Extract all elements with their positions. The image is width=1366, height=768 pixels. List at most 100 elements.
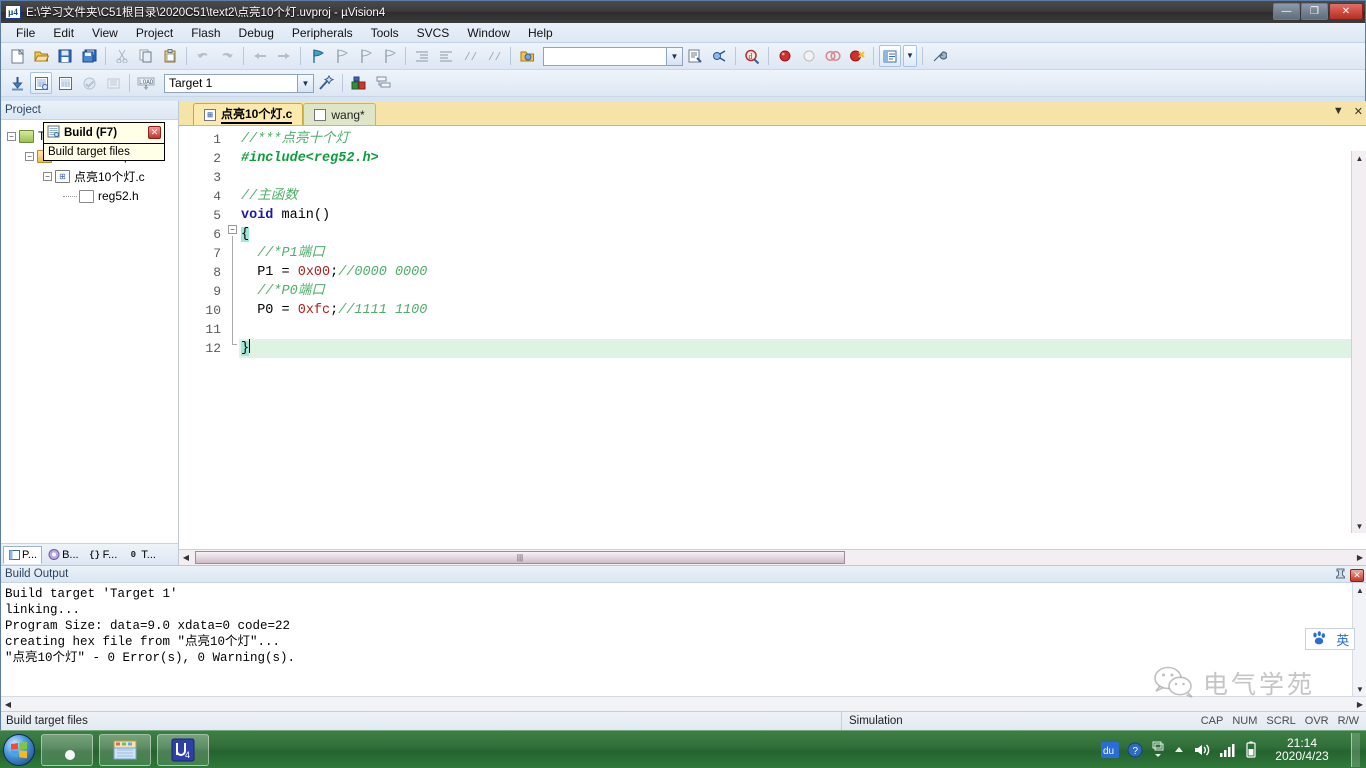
copy-icon[interactable] (135, 45, 157, 67)
stop-build-icon[interactable] (102, 72, 124, 94)
menu-project[interactable]: Project (127, 24, 182, 42)
build-target-icon[interactable] (30, 72, 52, 94)
manage-multi-project-icon[interactable] (372, 72, 394, 94)
menu-help[interactable]: Help (519, 24, 562, 42)
editor-vertical-scrollbar[interactable]: ▲ ▼ (1351, 151, 1366, 533)
baidu-ime-icon[interactable]: du (1101, 741, 1119, 758)
menu-debug[interactable]: Debug (230, 24, 283, 42)
project-window-toggle-icon[interactable] (879, 45, 901, 67)
pane-tab-project[interactable]: P... (3, 545, 43, 564)
window-switch-icon[interactable] (1151, 741, 1165, 759)
taskbar-clock[interactable]: 21:14 2020/4/23 (1265, 736, 1339, 763)
save-all-icon[interactable] (78, 45, 100, 67)
build-output-horizontal-scrollbar[interactable]: ◀ ▶ (1, 696, 1366, 711)
scroll-left-arrow-icon[interactable]: ◀ (179, 551, 193, 565)
taskbar-item-browser[interactable] (41, 733, 93, 766)
outdent-icon[interactable] (435, 45, 457, 67)
help-icon[interactable]: ? (1127, 742, 1143, 758)
tab-close-icon[interactable]: ✕ (1354, 105, 1363, 118)
bookmark-clear-icon[interactable] (378, 45, 400, 67)
batch-build-icon[interactable] (78, 72, 100, 94)
menu-window[interactable]: Window (458, 24, 519, 42)
scroll-down-arrow-icon[interactable]: ▼ (1353, 682, 1366, 696)
disable-breakpoint-icon[interactable] (822, 45, 844, 67)
insert-breakpoint-icon[interactable] (774, 45, 796, 67)
scroll-left-arrow-icon[interactable]: ◀ (1, 697, 15, 711)
find-in-files-icon[interactable]: d (741, 45, 763, 67)
expander-icon[interactable]: − (43, 171, 52, 181)
manage-components-icon[interactable] (348, 72, 370, 94)
menu-edit[interactable]: Edit (44, 24, 83, 42)
pane-tab-books[interactable]: B... (44, 546, 83, 564)
close-button[interactable]: ✕ (1329, 3, 1363, 20)
redo-icon[interactable] (216, 45, 238, 67)
kill-all-breakpoints-icon[interactable] (798, 45, 820, 67)
minimize-button[interactable]: — (1273, 3, 1300, 20)
pane-tab-templates[interactable]: 0 T... (123, 546, 160, 564)
show-hidden-icons-icon[interactable] (1173, 744, 1185, 756)
scroll-up-arrow-icon[interactable]: ▲ (1353, 151, 1366, 165)
find-combo[interactable]: ▼ (543, 46, 683, 66)
indent-icon[interactable] (411, 45, 433, 67)
disable-all-breakpoints-icon[interactable] (846, 45, 868, 67)
fold-toggle-icon[interactable]: − (228, 225, 237, 234)
pane-tab-functions[interactable]: {} F... (85, 546, 122, 564)
volume-icon[interactable] (1193, 742, 1211, 758)
menu-tools[interactable]: Tools (362, 24, 408, 42)
tree-item-header[interactable]: reg52.h (1, 186, 178, 206)
bookmark-toggle-icon[interactable] (306, 45, 328, 67)
menu-file[interactable]: File (7, 24, 44, 42)
navigate-forward-icon[interactable] (273, 45, 295, 67)
battery-icon[interactable] (1245, 741, 1257, 758)
menu-peripherals[interactable]: Peripherals (283, 24, 362, 42)
editor-tab-wang[interactable]: wang* (303, 103, 376, 125)
save-file-icon[interactable] (54, 45, 76, 67)
start-button[interactable] (3, 733, 35, 766)
open-file-icon[interactable] (30, 45, 52, 67)
configuration-wizard-icon[interactable] (708, 45, 730, 67)
download-to-flash-icon[interactable]: LOAD (135, 72, 157, 94)
show-desktop-button[interactable] (1351, 732, 1360, 767)
expander-icon[interactable]: − (7, 131, 16, 141)
pin-icon[interactable] (1335, 568, 1346, 583)
insert-description-icon[interactable] (684, 45, 706, 67)
horizontal-scroll-thumb[interactable]: ||| (195, 551, 845, 564)
target-options-wand-icon[interactable] (315, 72, 337, 94)
close-icon[interactable]: ✕ (1350, 569, 1364, 582)
chevron-down-icon[interactable]: ▼ (297, 74, 313, 92)
scroll-down-arrow-icon[interactable]: ▼ (1353, 519, 1366, 533)
navigate-back-icon[interactable] (249, 45, 271, 67)
bookmark-next-icon[interactable] (354, 45, 376, 67)
menu-svcs[interactable]: SVCS (408, 24, 459, 42)
bookmark-prev-icon[interactable] (330, 45, 352, 67)
editor-horizontal-scrollbar[interactable]: ◀ ||| ▶ (179, 549, 1366, 565)
uncomment-block-icon[interactable]: // (483, 45, 505, 67)
menu-view[interactable]: View (83, 24, 127, 42)
editor-tab-active[interactable]: ⊞ 点亮10个灯.c (193, 103, 304, 125)
scroll-up-arrow-icon[interactable]: ▲ (1353, 583, 1366, 597)
translate-file-icon[interactable] (6, 72, 28, 94)
chevron-down-icon[interactable]: ▼ (666, 47, 682, 65)
ime-indicator[interactable]: 英 (1305, 628, 1355, 650)
network-icon[interactable] (1219, 742, 1237, 758)
tree-item-c-source[interactable]: − ⊞ 点亮10个灯.c (1, 166, 178, 186)
maximize-button[interactable]: ❐ (1301, 3, 1328, 20)
open-file-at-cursor-icon[interactable] (516, 45, 538, 67)
build-output-text[interactable]: Build target 'Target 1' linking... Progr… (1, 583, 1366, 669)
cut-icon[interactable] (111, 45, 133, 67)
new-file-icon[interactable] (6, 45, 28, 67)
utilities-wrench-icon[interactable] (928, 45, 950, 67)
undo-icon[interactable] (192, 45, 214, 67)
tab-list-dropdown-icon[interactable]: ▼ (1333, 105, 1344, 118)
ime-mode-label[interactable]: 英 (1336, 630, 1349, 649)
taskbar-item-uvision[interactable]: 4 (157, 733, 209, 766)
code-editor[interactable]: 1 2 3 4 5 6 7 8 9 10 11 12 − //***点亮十个灯 … (179, 126, 1366, 549)
close-icon[interactable]: ✕ (148, 126, 161, 139)
project-window-dropdown-icon[interactable]: ▼ (903, 45, 917, 67)
comment-block-icon[interactable]: // (459, 45, 481, 67)
target-selector[interactable]: Target 1 ▼ (164, 73, 314, 93)
expander-icon[interactable]: − (25, 151, 34, 161)
rebuild-all-icon[interactable] (54, 72, 76, 94)
scroll-right-arrow-icon[interactable]: ▶ (1353, 697, 1366, 711)
taskbar-item-file-explorer[interactable] (99, 733, 151, 766)
